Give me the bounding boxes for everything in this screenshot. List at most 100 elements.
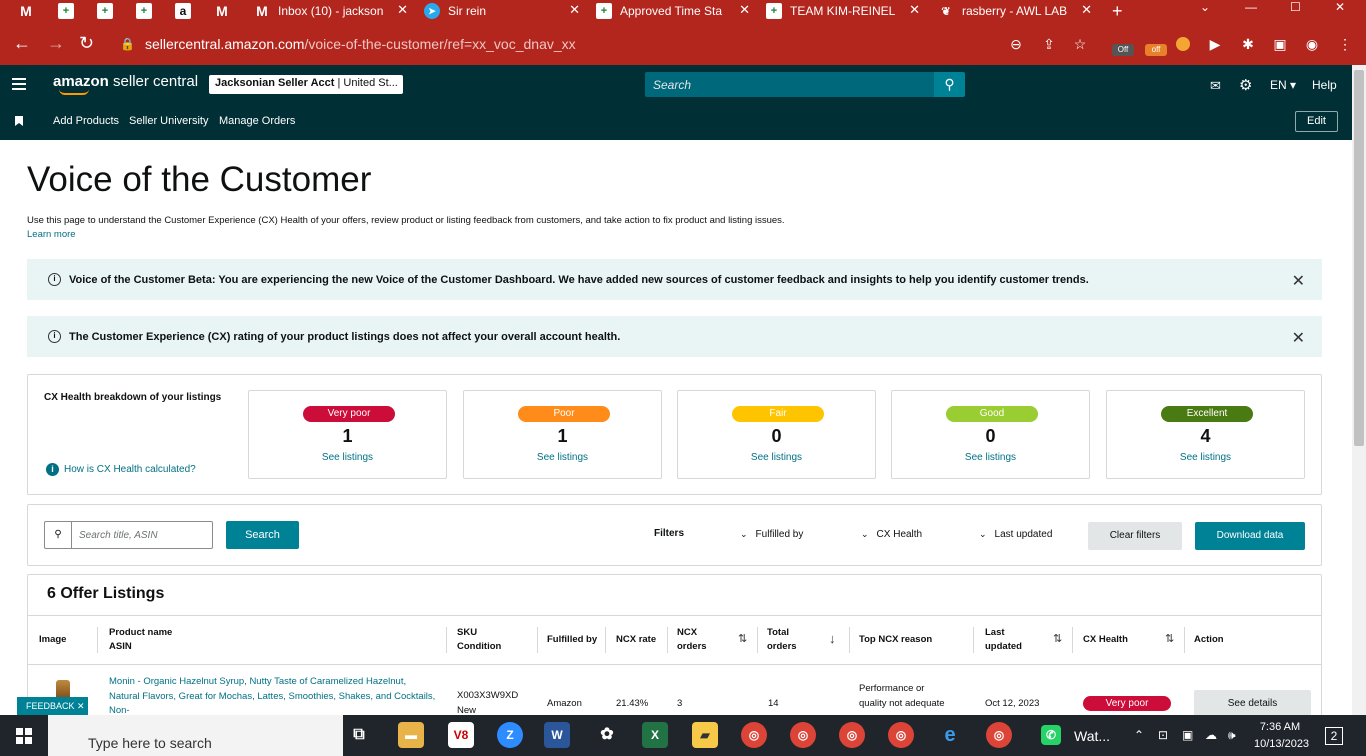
help-link[interactable]: Help — [1312, 78, 1337, 92]
windows-start-icon[interactable] — [16, 728, 32, 744]
chrome-icon-2[interactable]: ◎ — [790, 722, 816, 748]
nav-seller-university[interactable]: Seller University — [129, 115, 208, 127]
nav-manage-orders[interactable]: Manage Orders — [219, 115, 295, 127]
download-data-button[interactable]: Download data — [1195, 522, 1305, 550]
forward-arrow-icon[interactable]: → — [47, 34, 65, 52]
tab-sheets-2[interactable]: + — [97, 0, 125, 22]
profile-icon[interactable]: ◉ — [1303, 35, 1321, 53]
close-icon[interactable]: ✕ — [1292, 328, 1305, 348]
extension-off-badge[interactable]: Off — [1112, 44, 1134, 56]
puzzle-icon[interactable]: ✱ — [1239, 35, 1257, 53]
tab-team-kim[interactable]: + TEAM KIM-REINEL ✕ — [766, 0, 924, 22]
whatsapp-label[interactable]: Wat... — [1074, 728, 1110, 744]
chrome-icon-1[interactable]: ◎ — [741, 722, 767, 748]
menu-kebab-icon[interactable]: ⋮ — [1336, 35, 1354, 53]
see-listings-link[interactable]: See listings — [249, 452, 446, 463]
cx-card-poor: Poor 1 See listings — [463, 390, 662, 479]
extension-play-icon[interactable]: ▶ — [1206, 35, 1224, 53]
sort-icon[interactable]: ⇅ — [1165, 632, 1174, 645]
sort-desc-icon[interactable]: ↓ — [829, 631, 836, 646]
see-listings-link[interactable]: See listings — [892, 452, 1089, 463]
tray-chevron-up-icon[interactable]: ⌃ — [1134, 728, 1144, 742]
close-icon[interactable]: ✕ — [909, 2, 920, 18]
see-listings-link[interactable]: See listings — [678, 452, 875, 463]
bookmark-star-icon[interactable]: ☆ — [1071, 35, 1089, 53]
taskbar-search-input[interactable]: Type here to search — [48, 715, 343, 756]
close-icon[interactable]: ✕ — [1081, 2, 1092, 18]
word-icon[interactable]: W — [544, 722, 570, 748]
account-switcher[interactable]: Jacksonian Seller Acct | United St... — [209, 75, 403, 94]
url-field[interactable]: 🔒 sellercentral.amazon.com/voice-of-the-… — [110, 27, 1100, 60]
tab-gmail-1[interactable]: M — [18, 0, 46, 22]
sidepanel-icon[interactable]: ▣ — [1271, 35, 1289, 53]
chrome-icon-3[interactable]: ◎ — [839, 722, 865, 748]
see-listings-link[interactable]: See listings — [1107, 452, 1304, 463]
search-button[interactable]: Search — [226, 521, 299, 549]
filter-last-updated[interactable]: ⌄ Last updated — [979, 529, 1052, 540]
language-selector[interactable]: EN ▾ — [1270, 78, 1296, 92]
notification-center-icon[interactable]: 2 — [1325, 727, 1343, 745]
extension-off-badge-2[interactable]: off — [1145, 44, 1167, 56]
scrollbar-thumb[interactable] — [1354, 70, 1364, 446]
sort-icon[interactable]: ⇅ — [1053, 632, 1062, 645]
see-details-button[interactable]: See details — [1194, 690, 1311, 717]
chrome-icon-5[interactable]: ◎ — [986, 722, 1012, 748]
clear-filters-button[interactable]: Clear filters — [1088, 522, 1182, 550]
gear-icon[interactable]: ⚙ — [1239, 76, 1252, 94]
excel-icon[interactable]: X — [642, 722, 668, 748]
tray-display-icon[interactable]: ▣ — [1182, 728, 1193, 742]
tab-approved-time[interactable]: + Approved Time Sta ✕ — [596, 0, 754, 22]
hamburger-menu-icon[interactable] — [12, 78, 26, 90]
weather-cloud-icon[interactable]: ☁ — [1205, 728, 1217, 742]
reload-icon[interactable]: ↻ — [79, 34, 94, 52]
feedback-button[interactable]: FEEDBACK ✕ — [17, 697, 88, 715]
filter-fulfilled-by[interactable]: ⌄ Fulfilled by — [740, 529, 803, 540]
paint-icon[interactable]: ✿ — [594, 722, 620, 748]
cell-last-updated: Oct 12, 2023 — [985, 698, 1040, 709]
extension-orange-icon[interactable] — [1176, 37, 1190, 51]
tab-amazon[interactable]: a — [175, 0, 203, 22]
tab-telegram[interactable]: ➤ Sir rein ✕ — [424, 0, 584, 22]
zoom-app-icon[interactable]: Z — [497, 722, 523, 748]
close-icon[interactable]: ✕ — [739, 2, 750, 18]
zoom-icon[interactable]: ⊖ — [1007, 35, 1025, 53]
learn-more-link[interactable]: Learn more — [27, 229, 76, 240]
tab-sheets-1[interactable]: + — [58, 0, 86, 22]
file-explorer-icon[interactable]: ▬ — [398, 722, 424, 748]
filter-cx-health[interactable]: ⌄ CX Health — [861, 529, 922, 540]
app-v8-icon[interactable]: V8 — [448, 722, 474, 748]
minimize-icon[interactable]: — — [1245, 0, 1257, 14]
close-icon[interactable]: ✕ — [569, 2, 580, 18]
product-name-link[interactable]: Monin - Organic Hazelnut Syrup, Nutty Ta… — [109, 675, 439, 719]
close-icon[interactable]: ✕ — [1292, 271, 1305, 291]
tab-sheets-3[interactable]: + — [136, 0, 164, 22]
seller-central-logo[interactable]: amazon seller central — [53, 73, 198, 95]
sort-icon[interactable]: ⇅ — [738, 632, 747, 645]
edit-button[interactable]: Edit — [1295, 111, 1338, 132]
chevron-down-icon[interactable]: ⌄ — [1200, 0, 1210, 14]
share-icon[interactable]: ⇪ — [1040, 35, 1058, 53]
window-close-icon[interactable]: ✕ — [1335, 0, 1345, 14]
search-icon[interactable]: ⚲ — [934, 72, 965, 97]
whatsapp-icon[interactable]: ✆ — [1041, 725, 1061, 745]
chrome-icon-4[interactable]: ◎ — [888, 722, 914, 748]
sticky-notes-icon[interactable]: ▰ — [692, 722, 718, 748]
see-listings-link[interactable]: See listings — [464, 452, 661, 463]
tab-inbox[interactable]: M Inbox (10) - jackson ✕ — [254, 0, 412, 22]
nav-add-products[interactable]: Add Products — [53, 115, 119, 127]
mail-icon[interactable]: ✉ — [1210, 78, 1221, 94]
listing-search-input[interactable]: ⚲ Search title, ASIN — [44, 521, 213, 549]
volume-icon[interactable]: 🕪 — [1228, 728, 1236, 743]
close-icon[interactable]: ✕ — [397, 2, 408, 18]
maximize-icon[interactable]: ☐ — [1290, 0, 1301, 14]
tray-network-icon[interactable]: ⊡ — [1158, 728, 1168, 742]
how-cx-link[interactable]: i How is CX Health calculated? — [46, 463, 196, 476]
taskbar-clock[interactable]: 7:36 AM 10/13/2023 — [1254, 719, 1309, 753]
edge-icon[interactable]: e — [937, 722, 963, 748]
back-arrow-icon[interactable]: ← — [13, 34, 31, 52]
new-tab-button[interactable]: + — [1112, 0, 1132, 22]
header-search-input[interactable]: Search — [645, 72, 934, 97]
task-view-icon[interactable]: ⧉ — [346, 722, 372, 748]
tab-gmail-2[interactable]: M — [214, 0, 242, 22]
tab-raspberry[interactable]: ❦ rasberry - AWL LAB ✕ — [938, 0, 1096, 22]
